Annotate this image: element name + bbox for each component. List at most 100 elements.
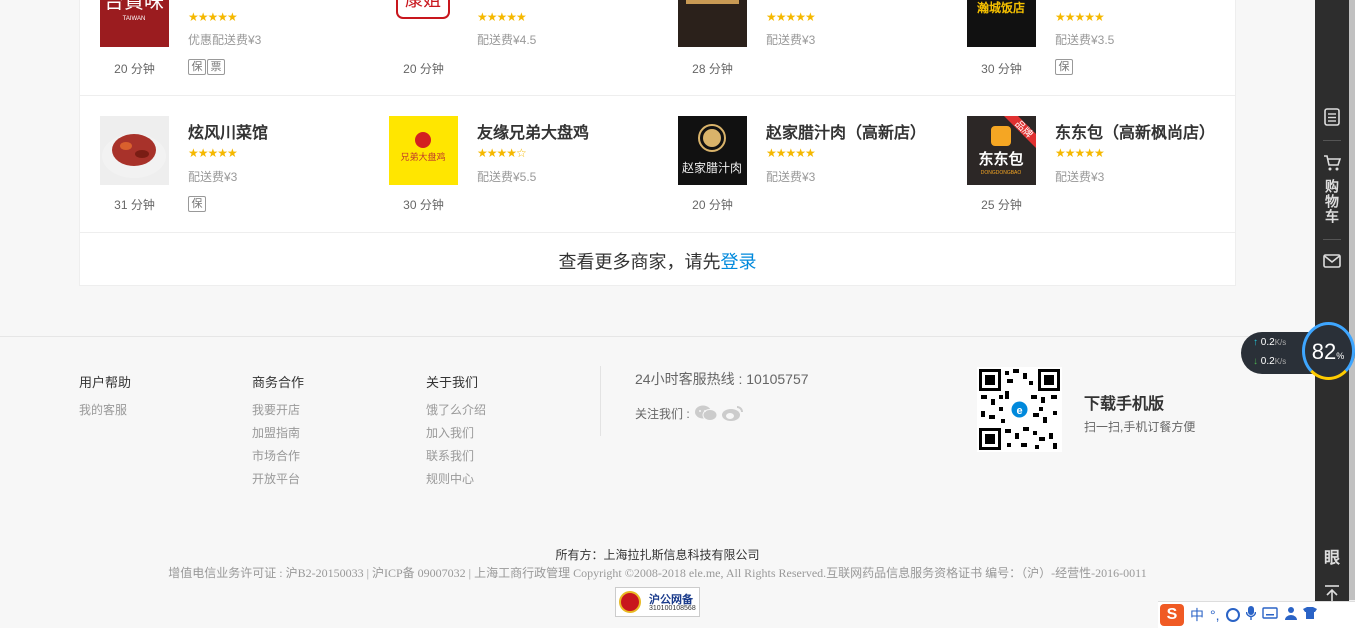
- shop-logo[interactable]: 品牌 东东包 DONGDONGBAO: [967, 116, 1036, 185]
- ime-toolbar: S 中 °,: [1158, 601, 1355, 628]
- page-scrollbar-thumb[interactable]: [1349, 0, 1355, 600]
- toolbox-icon[interactable]: [1302, 606, 1318, 625]
- shop-tag: 保: [188, 59, 206, 75]
- order-list-icon[interactable]: [1315, 108, 1349, 126]
- footer-link[interactable]: 我要开店: [252, 399, 304, 422]
- memory-usage-gauge[interactable]: 82%: [1302, 322, 1355, 380]
- shop-name[interactable]: 赵家腊汁肉（高新店）: [766, 119, 926, 143]
- shop-card[interactable]: 康姐 20 分钟 ★★★★★ 配送费¥4.5: [369, 0, 657, 95]
- footer-divider: [0, 336, 1315, 337]
- sidebar-divider: [1323, 140, 1341, 141]
- svg-text:台資味: 台資味: [104, 0, 164, 13]
- svg-text:e: e: [1016, 405, 1022, 417]
- delivery-time: 28 分钟: [692, 62, 733, 76]
- delivery-fee: 配送费¥3.5: [1055, 33, 1115, 47]
- shop-card[interactable]: 赵家腊汁肉 20 分钟 赵家腊汁肉（高新店） ★★★★★ 配送费¥3: [658, 96, 946, 232]
- keyboard-icon[interactable]: [1261, 606, 1278, 624]
- footer-link[interactable]: 开放平台: [252, 468, 304, 491]
- delivery-time: 20 分钟: [403, 62, 444, 76]
- shop-card[interactable]: 台資味 TAIWAN 20 分钟 ★★★★★ 优惠配送费¥3 保票: [80, 0, 368, 95]
- rating-stars: ★★★★★: [1055, 10, 1105, 24]
- shop-name[interactable]: 炫风川菜馆: [188, 119, 268, 143]
- delivery-fee: 配送费¥3: [1055, 170, 1105, 184]
- public-security-record-badge[interactable]: 沪公网备 31010010856​8: [615, 587, 700, 617]
- message-icon[interactable]: [1315, 253, 1349, 269]
- shop-name[interactable]: 东东包（高新枫尚店）: [1055, 119, 1215, 143]
- delivery-time: 20 分钟: [114, 62, 155, 76]
- footer-col-title: 关于我们: [426, 375, 479, 390]
- download-app-subtitle: 扫一扫,手机订餐方便: [1084, 420, 1196, 434]
- police-emblem-icon: [619, 591, 641, 613]
- footer-link[interactable]: 加入我们: [426, 422, 486, 445]
- shop-card[interactable]: 31 分钟 炫风川菜馆 ★★★★★ 配送费¥3 保: [80, 96, 368, 232]
- shop-logo[interactable]: 台資味 TAIWAN: [100, 0, 169, 47]
- footer-col-title: 用户帮助: [79, 375, 132, 390]
- svg-text:东东包: 东东包: [978, 150, 1023, 168]
- delivery-time: 30 分钟: [403, 198, 444, 212]
- more-shops-prompt: 查看更多商家，请先登录: [558, 252, 757, 272]
- shop-card[interactable]: 瀚城饭店 30 分钟 ★★★★★ 配送费¥3.5 保: [947, 0, 1235, 95]
- back-to-top-icon[interactable]: [1315, 584, 1349, 602]
- rating-stars: ★★★★★: [477, 10, 527, 24]
- badge-number: 31010010856​8: [649, 605, 696, 612]
- upload-speed: ↑ 0.2K/s: [1253, 337, 1287, 348]
- skin-icon[interactable]: [1284, 606, 1298, 625]
- delivery-fee: 配送费¥3: [766, 170, 816, 184]
- footer-col-about: 关于我们 饿了么介绍 加入我们 联系我们 规则中心: [426, 372, 486, 491]
- svg-text:兄弟大盘鸡: 兄弟大盘鸡: [400, 151, 445, 163]
- delivery-fee: 配送费¥3: [188, 170, 238, 184]
- footer-col-help: 用户帮助 我的客服: [79, 372, 131, 422]
- footer-vertical-divider: [600, 366, 601, 436]
- svg-text:瀚城饭店: 瀚城饭店: [977, 0, 1025, 15]
- shop-tags: 保票: [188, 57, 226, 75]
- footer-link[interactable]: 饿了么介绍: [426, 399, 486, 422]
- login-link[interactable]: 登录: [721, 252, 757, 272]
- shop-tags: 保: [188, 194, 207, 212]
- feedback-icon[interactable]: 眼: [1315, 544, 1349, 568]
- rating-stars: ★★★★★: [188, 10, 238, 24]
- shop-logo[interactable]: 瀚城饭店: [967, 0, 1036, 47]
- follow-us: 关注我们 :: [635, 404, 743, 422]
- shop-card[interactable]: 兄弟大盘鸡 30 分钟 友缘兄弟大盘鸡 ★★★★☆ 配送费¥5.5: [369, 96, 657, 232]
- footer-link[interactable]: 联系我们: [426, 445, 486, 468]
- footer-link[interactable]: 我的客服: [79, 399, 131, 422]
- sogou-logo-icon[interactable]: S: [1160, 604, 1184, 626]
- rating-stars: ★★★★★: [1055, 146, 1105, 160]
- shop-logo[interactable]: [678, 0, 747, 47]
- cart-button[interactable]: 购物车: [1315, 154, 1349, 224]
- ime-punctuation[interactable]: °,: [1210, 607, 1220, 623]
- sidebar-divider: [1323, 239, 1341, 240]
- shop-card[interactable]: 28 分钟 ★★★★★ 配送费¥3: [658, 0, 946, 95]
- shop-logo[interactable]: 康姐: [389, 0, 458, 47]
- svg-text:TAIWAN: TAIWAN: [123, 16, 146, 22]
- weibo-icon[interactable]: [720, 404, 743, 422]
- cart-label: 购物车: [1324, 179, 1340, 224]
- download-speed: ↓ 0.2K/s: [1253, 356, 1287, 367]
- emoji-icon[interactable]: [1225, 608, 1240, 622]
- shop-row: 31 分钟 炫风川菜馆 ★★★★★ 配送费¥3 保 兄弟大盘鸡 30 分钟 友缘…: [80, 96, 1235, 233]
- shop-list-panel: 台資味 TAIWAN 20 分钟 ★★★★★ 优惠配送费¥3 保票 康姐 20 分…: [79, 0, 1236, 286]
- svg-text:DONGDONGBAO: DONGDONGBAO: [981, 170, 1022, 176]
- cart-icon: [1323, 154, 1342, 177]
- shop-name[interactable]: 友缘兄弟大盘鸡: [477, 119, 589, 143]
- wechat-icon[interactable]: [694, 404, 718, 422]
- shop-tags: 保: [1055, 57, 1074, 75]
- rating-stars: ★★★★☆: [477, 146, 527, 160]
- customer-service-hotline: 24小时客服热线 : 10105757: [635, 371, 809, 387]
- delivery-fee: 配送费¥5.5: [477, 170, 537, 184]
- shop-logo[interactable]: 赵家腊汁肉: [678, 116, 747, 185]
- microphone-icon[interactable]: [1245, 605, 1256, 626]
- shop-tag: 票: [207, 59, 225, 75]
- shop-tag: 保: [188, 196, 206, 212]
- footer-link[interactable]: 加盟指南: [252, 422, 304, 445]
- footer-link[interactable]: 规则中心: [426, 468, 486, 491]
- shop-logo[interactable]: 兄弟大盘鸡: [389, 116, 458, 185]
- ime-mode[interactable]: 中: [1190, 605, 1204, 625]
- right-sidebar: 购物车 眼: [1315, 0, 1349, 628]
- delivery-time: 31 分钟: [114, 198, 155, 212]
- footer-link[interactable]: 市场合作: [252, 445, 304, 468]
- shop-card[interactable]: 品牌 东东包 DONGDONGBAO 25 分钟 东东包（高新枫尚店） ★★★★★ …: [947, 96, 1235, 232]
- shop-logo[interactable]: [100, 116, 169, 185]
- svg-text:康姐: 康姐: [405, 0, 441, 11]
- shop-tag: 保: [1055, 59, 1073, 75]
